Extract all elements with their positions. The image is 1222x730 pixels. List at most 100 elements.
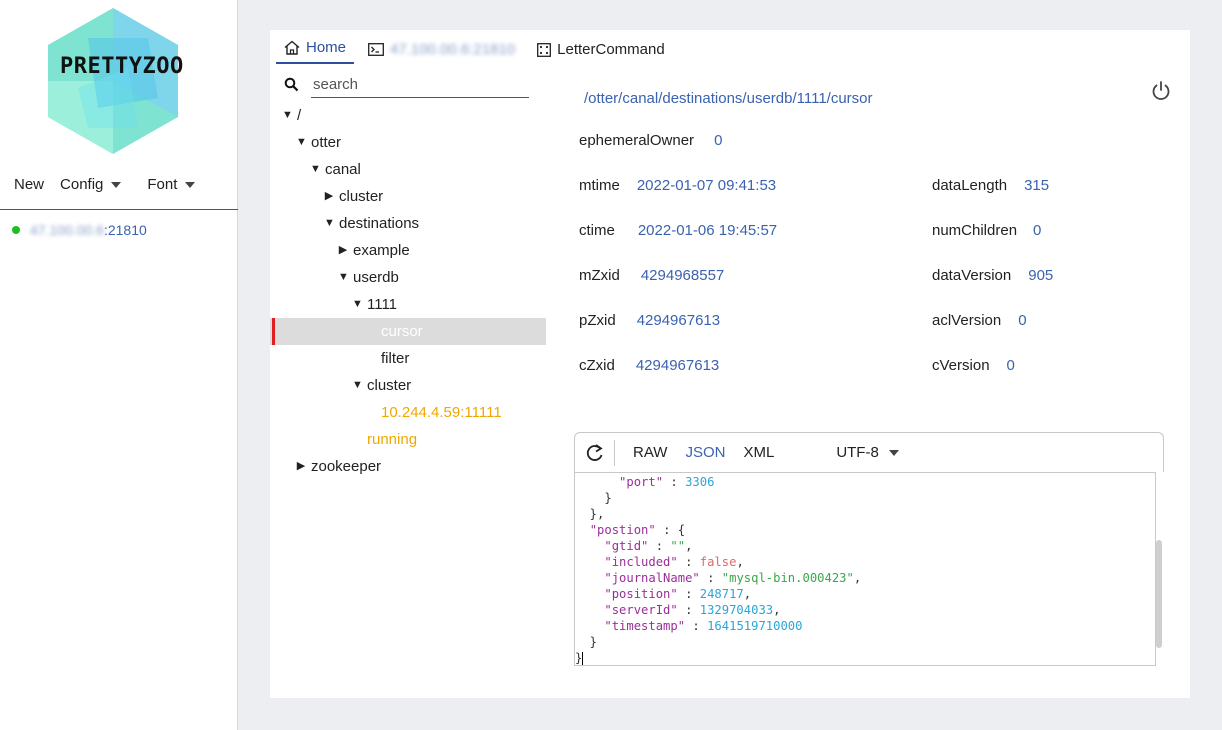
code-line: } bbox=[575, 634, 1155, 650]
collapse-arrow-icon[interactable]: ▼ bbox=[352, 291, 363, 318]
collapse-arrow-icon[interactable]: ▼ bbox=[338, 264, 349, 291]
tree-node[interactable]: ▼ destinations bbox=[270, 210, 546, 237]
code-token: "position" bbox=[604, 587, 678, 601]
tree-node[interactable]: 10.244.4.59:11111 bbox=[270, 399, 546, 426]
stat-label: dataLength bbox=[932, 177, 1008, 194]
tree-node-label: 10.244.4.59:11111 bbox=[381, 404, 502, 421]
tree-search bbox=[284, 74, 532, 98]
tab-letter-command[interactable]: LetterCommand bbox=[529, 41, 673, 64]
stat-label: ephemeralOwner bbox=[579, 132, 695, 149]
tree-node[interactable]: ▼ canal bbox=[270, 156, 546, 183]
tab-server-terminal[interactable]: 47.100.00.6:21810 bbox=[360, 41, 523, 64]
tree-node[interactable]: ▼ 1111 bbox=[270, 291, 546, 318]
tree-node-label: / bbox=[297, 107, 302, 124]
stat-label: ctime bbox=[579, 222, 615, 239]
stat-c-version: cVersion 0 bbox=[932, 357, 1015, 374]
collapse-arrow-icon[interactable]: ▼ bbox=[296, 129, 307, 156]
power-icon[interactable] bbox=[1150, 80, 1172, 102]
tree-node[interactable]: ▼ otter bbox=[270, 129, 546, 156]
code-token: 3306 bbox=[685, 475, 715, 489]
font-menu[interactable]: Font bbox=[147, 176, 196, 193]
stat-mtime: mtime 2022-01-07 09:41:53 bbox=[579, 177, 776, 194]
tree-node-label: userdb bbox=[353, 269, 399, 286]
code-token: "gtid" bbox=[604, 539, 649, 553]
encoding-select[interactable]: UTF-8 bbox=[836, 444, 899, 461]
stat-label: cVersion bbox=[932, 357, 990, 374]
tab-server-label: 47.100.00.6:21810 bbox=[390, 41, 516, 58]
tree-node[interactable]: ▼ / bbox=[270, 102, 546, 129]
refresh-icon[interactable] bbox=[575, 439, 615, 466]
stat-label: pZxid bbox=[579, 312, 616, 329]
stat-ctime: ctime 2022-01-06 19:45:57 bbox=[579, 222, 777, 239]
editor-toolbar: RAW JSON XML UTF-8 bbox=[574, 432, 1164, 472]
code-token: 248717 bbox=[699, 587, 744, 601]
stat-value: 2022-01-07 09:41:53 bbox=[636, 177, 777, 194]
stat-data-length: dataLength 315 bbox=[932, 177, 1049, 194]
tree-node-label: otter bbox=[311, 134, 342, 151]
tree-node[interactable]: running bbox=[270, 426, 546, 453]
code-token: : bbox=[699, 571, 722, 585]
format-raw[interactable]: RAW bbox=[633, 444, 667, 461]
tree-node[interactable]: ▼ cluster bbox=[270, 372, 546, 399]
tree-node-label: cluster bbox=[367, 377, 412, 394]
code-token: : bbox=[685, 619, 708, 633]
sidebar-divider bbox=[0, 209, 238, 210]
editor-scrollbar[interactable] bbox=[1156, 540, 1162, 648]
code-token: } bbox=[575, 635, 598, 649]
code-token: , bbox=[743, 587, 752, 601]
collapse-arrow-icon[interactable]: ▼ bbox=[282, 102, 293, 129]
stat-label: numChildren bbox=[932, 222, 1018, 239]
tree-node[interactable]: cursor bbox=[270, 318, 546, 345]
format-xml[interactable]: XML bbox=[743, 444, 774, 461]
code-token: "mysql-bin.000423" bbox=[721, 571, 854, 585]
expand-arrow-icon[interactable]: ▶ bbox=[324, 183, 334, 210]
font-menu-label: Font bbox=[147, 176, 178, 193]
stat-value: 4294968557 bbox=[640, 267, 725, 284]
search-input[interactable] bbox=[311, 74, 529, 98]
search-icon bbox=[284, 77, 299, 96]
tree-node-label: cluster bbox=[339, 188, 384, 205]
home-icon bbox=[284, 40, 300, 55]
tree-node[interactable]: ▶ zookeeper bbox=[270, 453, 546, 480]
tree-node-label: running bbox=[367, 431, 418, 448]
tree-node-label: 1111 bbox=[367, 296, 398, 313]
stat-value: 2022-01-06 19:45:57 bbox=[637, 222, 778, 239]
encoding-value: UTF-8 bbox=[836, 444, 879, 461]
code-token: } bbox=[575, 491, 612, 505]
tab-home[interactable]: Home bbox=[276, 39, 355, 64]
code-token: , bbox=[736, 555, 744, 569]
tree-node[interactable]: ▶ example bbox=[270, 237, 546, 264]
stat-label: dataVersion bbox=[932, 267, 1012, 284]
server-list-item[interactable]: 47.100.00.6:21810 bbox=[12, 222, 147, 238]
stat-czxid: cZxid 4294967613 bbox=[579, 357, 719, 374]
tree-node[interactable]: filter bbox=[270, 345, 546, 372]
server-host-redacted: 47.100.00.6 bbox=[30, 222, 104, 238]
code-token: "postion" bbox=[589, 523, 656, 537]
format-json[interactable]: JSON bbox=[685, 444, 725, 461]
tree-node[interactable]: ▼ userdb bbox=[270, 264, 546, 291]
code-line: "port" : 3306 bbox=[575, 474, 1155, 490]
tree-node[interactable]: ▶ cluster bbox=[270, 183, 546, 210]
code-line: "serverId" : 1329704033, bbox=[575, 602, 1155, 618]
code-line: "position" : 248717, bbox=[575, 586, 1155, 602]
tree-node-label: filter bbox=[381, 350, 410, 367]
collapse-arrow-icon[interactable]: ▼ bbox=[310, 156, 321, 183]
collapse-arrow-icon[interactable]: ▼ bbox=[324, 210, 335, 237]
tree-node-label: canal bbox=[325, 161, 361, 178]
code-token: }, bbox=[575, 507, 605, 521]
tree-node-label: example bbox=[353, 242, 410, 259]
code-token: "serverId" bbox=[604, 603, 678, 617]
config-menu[interactable]: Config bbox=[60, 176, 122, 193]
config-menu-label: Config bbox=[60, 176, 104, 193]
expand-arrow-icon[interactable]: ▶ bbox=[338, 237, 348, 264]
expand-arrow-icon[interactable]: ▶ bbox=[296, 453, 306, 480]
new-menu[interactable]: New bbox=[14, 176, 44, 193]
stat-value: 4294967613 bbox=[636, 312, 721, 329]
stat-value: 0 bbox=[1018, 312, 1027, 329]
collapse-arrow-icon[interactable]: ▼ bbox=[352, 372, 363, 399]
code-token: : bbox=[648, 539, 671, 553]
stat-ephemeral-owner: ephemeralOwner 0 bbox=[579, 132, 722, 149]
code-area[interactable]: "port" : 3306 } }, "postion" : { "gtid" … bbox=[574, 472, 1156, 666]
